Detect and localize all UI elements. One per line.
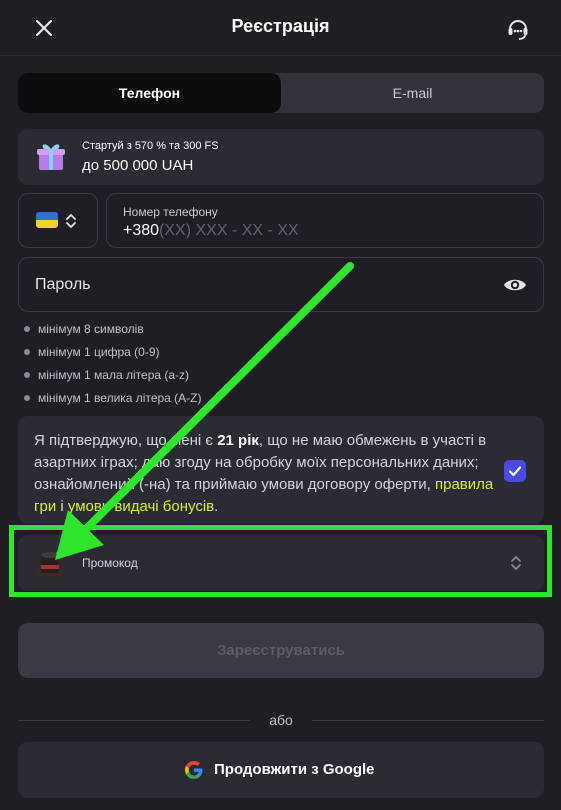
register-button[interactable]: Зареєструватись: [18, 623, 544, 678]
divider-line: [312, 720, 544, 721]
google-signin-label: Продовжити з Google: [214, 761, 375, 778]
annotation-arrow: [55, 262, 354, 560]
divider-or-text: або: [269, 712, 293, 728]
google-signin-button[interactable]: Продовжити з Google: [18, 742, 544, 798]
divider-line: [18, 720, 250, 721]
google-icon: [185, 761, 203, 779]
